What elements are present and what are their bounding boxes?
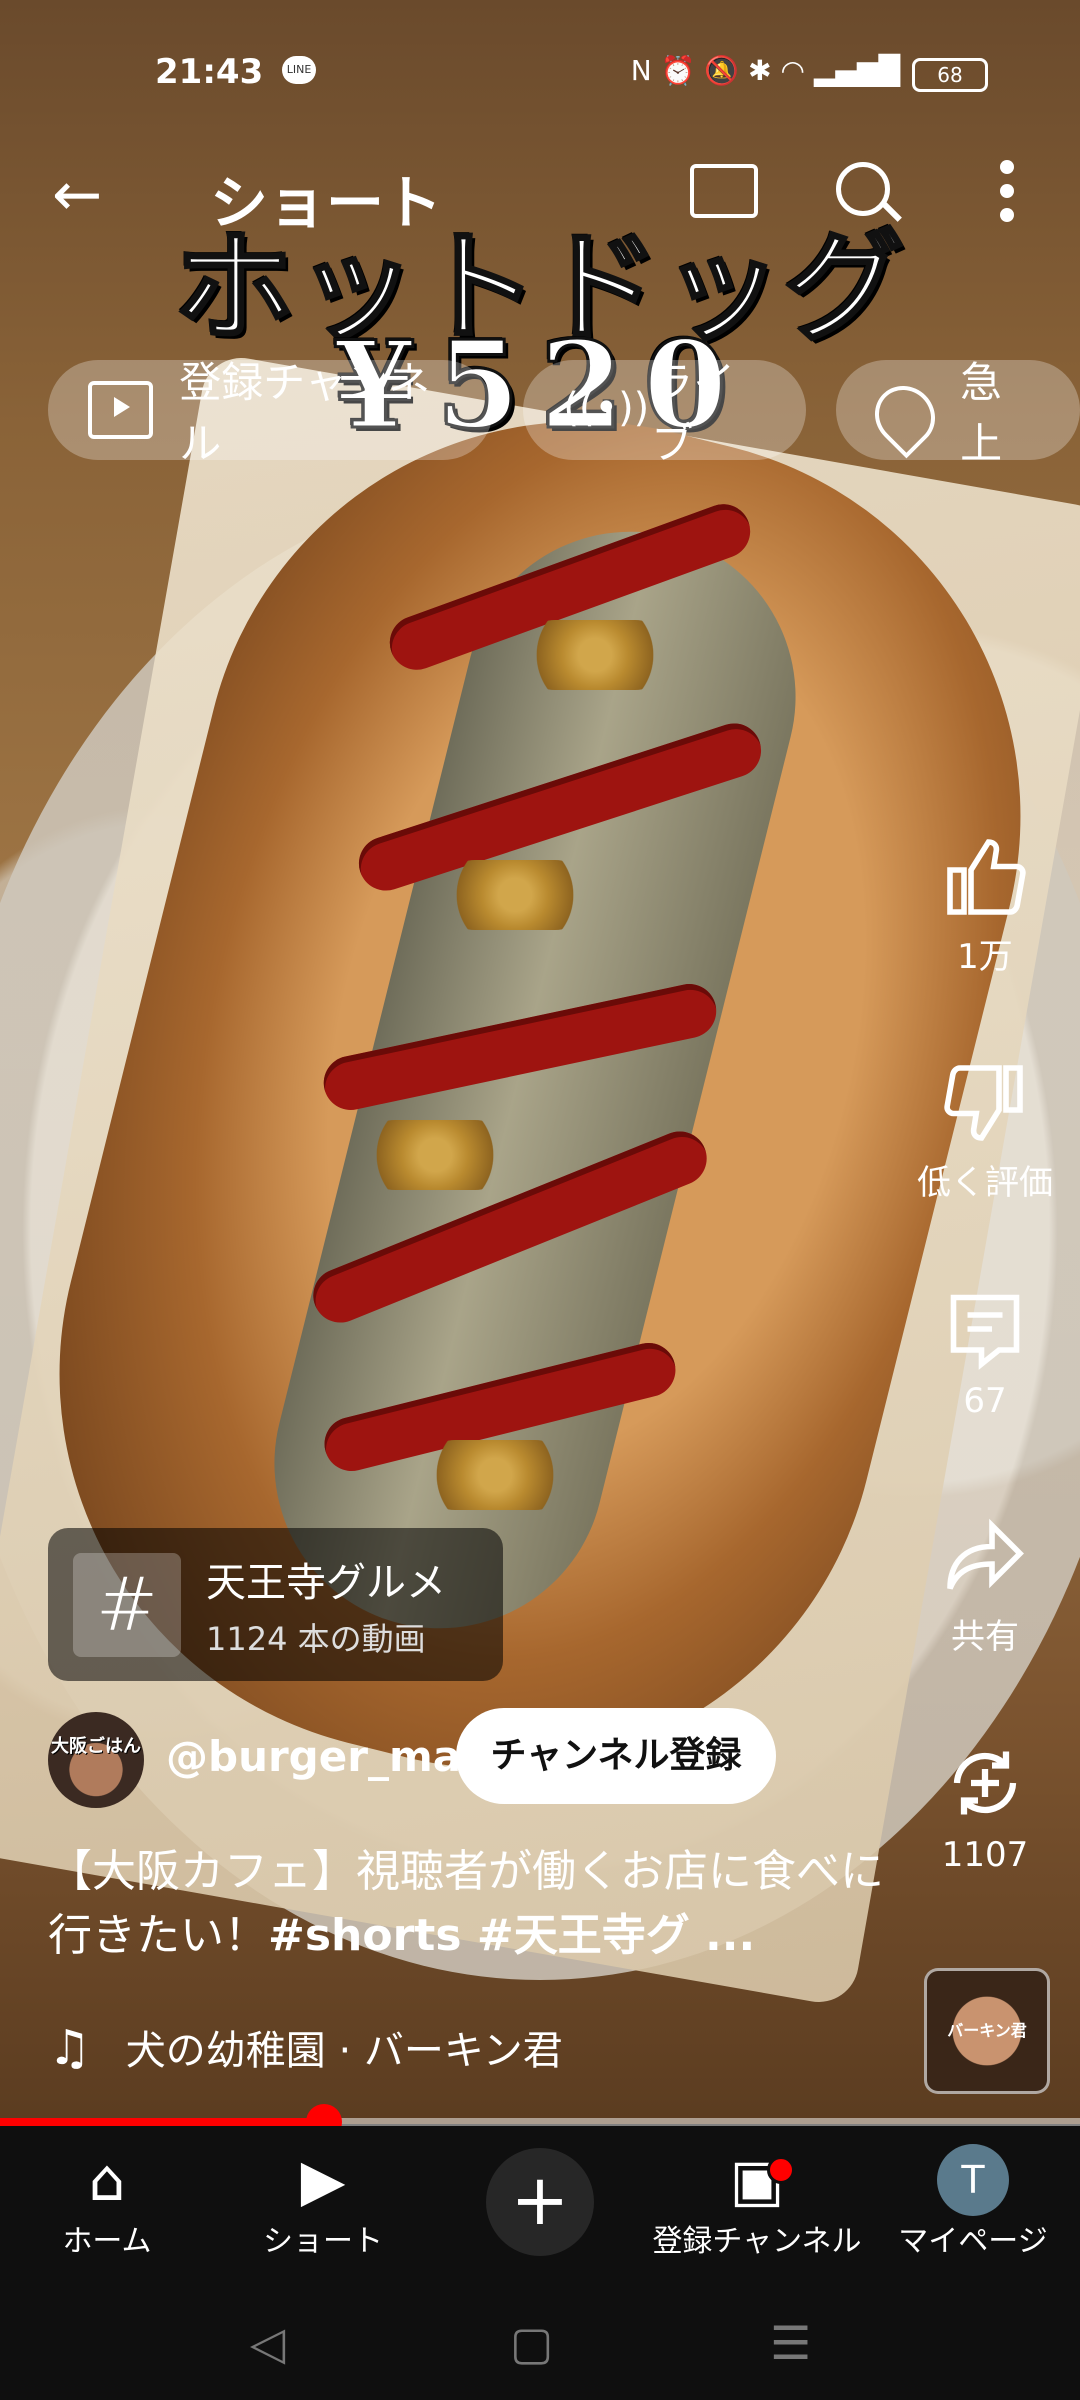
hashtag-card[interactable]: # 天王寺グルメ 1124 本の動画 (48, 1528, 503, 1681)
like-button[interactable]: 1万 (905, 835, 1065, 978)
shorts-icon: ▶ (300, 2146, 346, 2214)
dislike-label: 低く評価 (917, 1163, 1053, 1203)
mustard-blob (440, 860, 590, 930)
notification-dot (767, 2156, 795, 2184)
share-icon (947, 1518, 1024, 1590)
nav-label: 登録チャンネル (652, 2224, 862, 2259)
search-icon[interactable] (836, 162, 890, 216)
line-app-icon: LINE (282, 56, 316, 84)
profile-avatar: T (937, 2144, 1009, 2216)
home-icon: ⌂ (88, 2146, 126, 2214)
remix-count: 1107 (941, 1835, 1029, 1875)
status-bar: 21:43 LINE N ⏰ 🔕 ✱ ◠ ▂▄▆█ 68 (0, 40, 1080, 110)
status-time: 21:43 (155, 52, 264, 92)
comment-icon (950, 1294, 1020, 1370)
more-options-icon[interactable] (1000, 160, 1014, 222)
nav-label: ホーム (62, 2224, 152, 2259)
remix-icon (953, 1751, 1017, 1815)
thumbs-down-icon (944, 1065, 1023, 1141)
system-back-icon[interactable]: ◁ (250, 2316, 285, 2370)
progress-fill (0, 2118, 324, 2126)
subscriptions-nav-icon: ▣ (729, 2146, 785, 2214)
like-count: 1万 (957, 937, 1013, 977)
nav-shorts[interactable]: ▶ ショート (218, 2144, 428, 2260)
subscribe-button[interactable]: チャンネル登録 (456, 1708, 776, 1804)
system-navigation-bar: ◁ ▢ ☰ (0, 2280, 1080, 2400)
system-home-icon[interactable]: ▢ (510, 2316, 553, 2370)
page-title: ショート (210, 169, 443, 237)
filter-chips: 登録チャンネル ((•)) ライブ 急上 (48, 358, 1080, 468)
remix-button[interactable]: 1107 (905, 1741, 1065, 1875)
sound-thumbnail[interactable]: バーキン君 (924, 1968, 1050, 2094)
system-recents-icon[interactable]: ☰ (770, 2316, 811, 2370)
chip-label: ライブ (651, 358, 736, 468)
live-icon: ((•)) (563, 385, 650, 431)
nav-label: ショート (263, 2224, 383, 2259)
hashtag-name: 天王寺グルメ (206, 1560, 446, 1606)
video-description[interactable]: 【大阪カフェ】視聴者が働くお店に食べに行きたい！#shorts #天王寺グ ..… (48, 1840, 908, 1968)
channel-avatar[interactable]: 大阪ごはん (48, 1712, 144, 1808)
hashtag-icon: # (73, 1553, 181, 1657)
channel-row: 大阪ごはん @burger_man チャンネル登録 (48, 1708, 788, 1808)
network-icons: N ⏰ 🔕 ✱ ◠ ▂▄▆█ (630, 54, 900, 87)
mustard-blob (520, 620, 670, 690)
music-row[interactable]: ♫ 犬の幼稚園 · バーキン君 (48, 2018, 563, 2076)
mustard-blob (420, 1440, 570, 1510)
hashtag-video-count: 1124 本の動画 (206, 1620, 426, 1658)
chip-live[interactable]: ((•)) ライブ (523, 358, 807, 468)
chip-subscriptions[interactable]: 登録チャンネル (48, 358, 494, 468)
plus-icon: + (510, 2159, 570, 2241)
dislike-button[interactable]: 低く評価 (905, 1061, 1065, 1204)
chip-trending[interactable]: 急上 (836, 358, 1080, 468)
battery-icon: 68 (912, 58, 988, 92)
mustard-blob (360, 1120, 510, 1190)
comment-count: 67 (963, 1381, 1007, 1421)
chip-label: 急上 (960, 358, 1003, 468)
share-button[interactable]: 共有 (905, 1515, 1065, 1658)
cast-icon[interactable] (690, 164, 758, 218)
bottom-navigation: ⌂ ホーム ▶ ショート + ▣ 登録チャンネル T マイページ (0, 2126, 1080, 2280)
music-note-icon: ♫ (48, 2020, 92, 2076)
nav-label: マイページ (898, 2224, 1048, 2259)
nav-home[interactable]: ⌂ ホーム (2, 2144, 212, 2260)
trending-icon (862, 373, 948, 459)
thumbs-up-icon (947, 839, 1026, 915)
music-title: 犬の幼稚園 · バーキン君 (125, 2028, 563, 2074)
create-button[interactable]: + (486, 2148, 594, 2256)
video-progress-bar[interactable] (0, 2104, 1080, 2140)
share-label: 共有 (951, 1617, 1019, 1657)
back-arrow-icon[interactable]: ← (52, 160, 102, 230)
subscriptions-icon (88, 381, 154, 439)
channel-handle[interactable]: @burger_man (166, 1732, 491, 1781)
nav-mypage[interactable]: T マイページ (868, 2144, 1078, 2260)
nav-subscriptions[interactable]: ▣ 登録チャンネル (652, 2144, 862, 2260)
comments-button[interactable]: 67 (905, 1287, 1065, 1421)
description-tags[interactable]: #shorts #天王寺グ ... (268, 1910, 755, 1961)
top-app-bar: ← ショート (0, 150, 1080, 237)
chip-label: 登録チャンネル (179, 358, 430, 468)
